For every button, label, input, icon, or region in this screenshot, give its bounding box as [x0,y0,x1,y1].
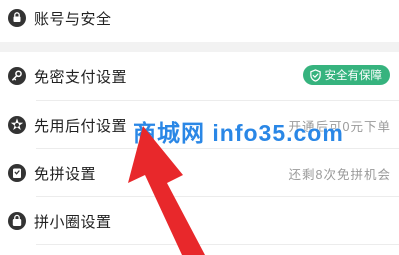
settings-item-label: 先用后付设置 [34,118,128,135]
security-guarantee-badge: 安全有保障 [302,65,390,85]
settings-item-account-security[interactable]: 账号与安全 [0,0,399,42]
settings-item-pin-circle[interactable]: 拼小圈设置 [0,197,399,245]
shield-check-icon [309,68,322,82]
settings-item-hint: 还剩8次免拼机会 [288,168,391,182]
pay-later-icon [6,114,28,136]
settings-item-group-free[interactable]: 免拼设置 还剩8次免拼机会 [0,149,399,197]
row-divider [36,244,399,245]
settings-item-label: 拼小圈设置 [34,214,112,231]
free-group-icon [6,162,28,184]
settings-page: 账号与安全 免密支付设置 安全有保障 先用后付设置 开通后可0元下单 免拼设置 … [0,0,399,255]
settings-item-label: 免拼设置 [34,166,97,183]
account-lock-icon [6,7,28,29]
site-watermark: 商城网 info35.com [133,120,344,146]
key-icon [6,65,28,87]
settings-item-label: 免密支付设置 [34,69,128,86]
section-divider [0,42,399,52]
bag-icon [6,210,28,232]
settings-item-label: 账号与安全 [34,11,112,28]
badge-label: 安全有保障 [324,70,383,82]
